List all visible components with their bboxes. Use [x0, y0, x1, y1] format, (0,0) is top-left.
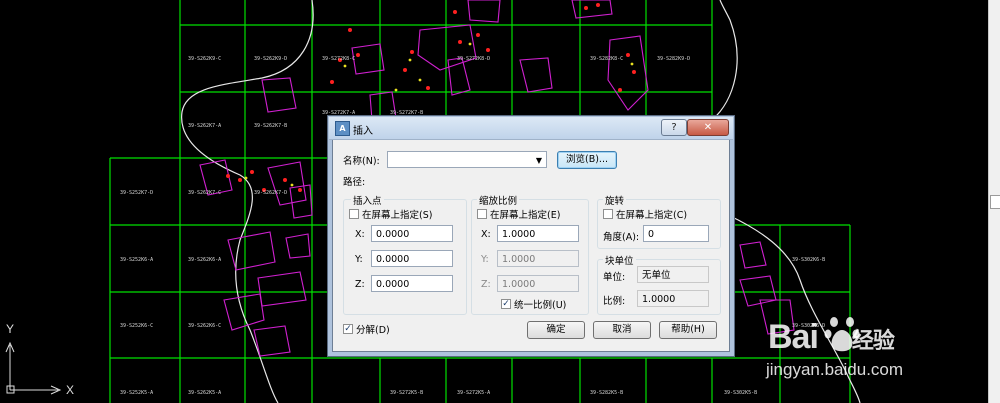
insertion-z-label: Z: — [355, 279, 365, 290]
angle-input[interactable]: 0 — [643, 225, 709, 242]
block-name-combobox[interactable]: ▼ — [387, 151, 547, 168]
vertical-scrollbar[interactable] — [988, 0, 1000, 403]
grid-label: 39-S272K7-A — [322, 110, 356, 116]
scale-z-input[interactable]: 1.0000 — [497, 275, 579, 292]
chevron-down-icon[interactable]: ▼ — [536, 152, 542, 169]
scale-y-input[interactable]: 1.0000 — [497, 250, 579, 267]
ucs-x-label: X — [66, 383, 75, 397]
grid-label: 39-S272K5-A — [457, 390, 491, 396]
grid-label: 39-S272K7-B — [390, 110, 424, 116]
scale-x-label: X: — [481, 229, 491, 240]
unit-value: 无单位 — [637, 266, 709, 283]
explode-label: 分解(D) — [356, 325, 390, 336]
grid-label: 39-S262K7-C — [188, 190, 222, 196]
watermark-site: jingyan.baidu.com — [766, 360, 904, 379]
rotation-specify-checkbox[interactable] — [603, 209, 613, 219]
grid-label: 39-S262K6-C — [188, 323, 222, 329]
insertion-specify-checkbox[interactable] — [349, 209, 359, 219]
insertion-y-label: Y: — [355, 254, 363, 265]
scale-heading: 缩放比例 — [477, 193, 520, 207]
factor-label: 比例: — [603, 296, 626, 307]
grid-label: 39-S272K5-B — [390, 390, 424, 396]
scale-specify-checkbox[interactable] — [477, 209, 487, 219]
insertion-x-input[interactable]: 0.0000 — [371, 225, 453, 242]
name-label: 名称(N): — [343, 156, 380, 167]
grid-label: 39-S262K6-A — [188, 257, 222, 263]
grid-label: 39-S282K9-D — [657, 56, 691, 62]
grid-label: 39-S302K6-B — [792, 257, 826, 263]
rotation-heading: 旋转 — [603, 193, 627, 207]
grid-label: 39-S272K8-C — [322, 56, 356, 62]
scale-x-input[interactable]: 1.0000 — [497, 225, 579, 242]
browse-button[interactable]: 浏览(B)... — [557, 151, 617, 169]
scale-specify-label: 在屏幕上指定(E) — [490, 210, 561, 221]
ucs-y-label: Y — [6, 322, 15, 336]
grid-label: 39-S252K6-A — [120, 257, 154, 263]
scale-z-label: Z: — [481, 279, 491, 290]
uniform-scale-checkbox[interactable]: ✓ — [501, 299, 511, 309]
close-button[interactable]: ✕ — [687, 119, 729, 136]
grid-label: 39-S282K8-C — [590, 56, 624, 62]
grid-label: 39-S302K5-B — [724, 390, 758, 396]
insertion-point-heading: 插入点 — [351, 193, 384, 207]
cancel-button[interactable]: 取消 — [593, 321, 651, 339]
grid-label: 39-S252K6-C — [120, 323, 154, 329]
grid-label: 39-S262K7-D — [254, 190, 288, 196]
grid-label: 39-S262K5-A — [188, 390, 222, 396]
grid-label: 39-S282K5-B — [590, 390, 624, 396]
scale-y-label: Y: — [481, 254, 489, 265]
grid-label: 39-S252K5-A — [120, 390, 154, 396]
insertion-z-input[interactable]: 0.0000 — [371, 275, 453, 292]
grid-label: 39-S252K7-D — [120, 190, 154, 196]
insert-dialog: A 插入 ? ✕ 名称(N): ▼ 浏览(B)... 路径: 插入点 在屏幕上指… — [329, 117, 733, 352]
dialog-titlebar[interactable]: A 插入 ? ✕ — [329, 117, 733, 140]
factor-value: 1.0000 — [637, 290, 709, 307]
help-button[interactable]: 帮助(H) — [659, 321, 717, 339]
angle-label: 角度(A): — [603, 232, 640, 243]
autocad-app-icon: A — [335, 121, 350, 136]
path-label: 路径: — [343, 177, 366, 188]
titlebar-help-button[interactable]: ? — [661, 119, 687, 136]
explode-checkbox[interactable]: ✓ — [343, 324, 353, 334]
baidu-jingyan-watermark: Bai 经验 jingyan.baidu.com — [760, 292, 960, 392]
grid-label: 39-S262K7-A — [188, 123, 222, 129]
scrollbar-thumb[interactable] — [990, 195, 1000, 209]
ok-button[interactable]: 确定 — [527, 321, 585, 339]
insertion-y-input[interactable]: 0.0000 — [371, 250, 453, 267]
grid-label: 39-S262K7-B — [254, 123, 288, 129]
grid-label: 39-S262K9-D — [254, 56, 288, 62]
grid-label: 39-S272K8-D — [457, 56, 491, 62]
rotation-specify-label: 在屏幕上指定(C) — [616, 210, 688, 221]
paw-icon — [824, 317, 860, 352]
uniform-scale-label: 统一比例(U) — [514, 300, 567, 311]
insertion-x-label: X: — [355, 229, 365, 240]
dialog-title: 插入 — [353, 126, 373, 137]
unit-label: 单位: — [603, 272, 626, 283]
grid-label: 39-S262K9-C — [188, 56, 222, 62]
insertion-specify-label: 在屏幕上指定(S) — [362, 210, 433, 221]
block-unit-heading: 块单位 — [603, 253, 636, 267]
